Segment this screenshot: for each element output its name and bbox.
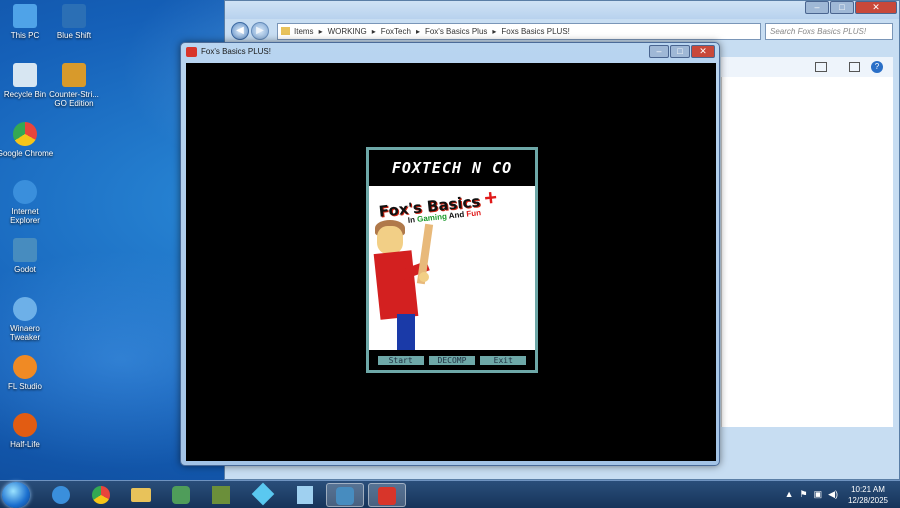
notes-icon — [297, 486, 313, 504]
help-icon[interactable]: ? — [871, 61, 883, 73]
chrome-icon — [13, 122, 37, 146]
taskbar-internet-explorer[interactable] — [42, 483, 80, 507]
taskbar-people[interactable] — [162, 483, 200, 507]
preview-pane-icon[interactable] — [849, 62, 860, 72]
breadcrumb-item[interactable]: Foxs Basics PLUS! — [501, 27, 569, 36]
window-title: Fox's Basics PLUS! — [201, 47, 271, 56]
blue-shift-icon — [62, 4, 86, 28]
menu-buttons: Start DECOMP Exit — [369, 350, 535, 370]
taskbar-notes[interactable] — [286, 483, 324, 507]
exit-button[interactable]: Exit — [480, 355, 527, 365]
half-life-icon — [13, 413, 37, 437]
maximize-button[interactable]: □ — [670, 45, 690, 58]
minecraft-icon — [212, 486, 230, 504]
fl-studio-icon — [13, 355, 37, 379]
recycle-bin-icon — [13, 63, 37, 87]
breadcrumb-item[interactable]: Fox's Basics Plus — [425, 27, 487, 36]
desktop-icon-csgo[interactable]: Counter-Stri... GO Edition — [45, 63, 103, 108]
studio-header: FOXTECH N CO — [369, 150, 535, 186]
folder-icon — [281, 27, 290, 35]
taskbar-godot[interactable] — [326, 483, 364, 507]
breadcrumb-item[interactable]: Items — [294, 27, 314, 36]
taskbar-file-explorer[interactable] — [122, 483, 160, 507]
minimize-button[interactable]: – — [805, 1, 829, 14]
taskbar-foxs-basics[interactable] — [368, 483, 406, 507]
explorer-titlebar[interactable] — [225, 1, 899, 19]
title-art: Fox's Basics + In Gaming And Fun — [369, 186, 535, 350]
back-button[interactable]: ◀ — [231, 22, 249, 40]
clock-date: 12/28/2025 — [847, 496, 888, 505]
winaero-icon — [13, 297, 37, 321]
desktop-icon-internet-explorer[interactable]: Internet Explorer — [0, 180, 54, 225]
taskbar-minecraft[interactable] — [202, 483, 240, 507]
maximize-button[interactable]: □ — [830, 1, 854, 14]
breadcrumb-item[interactable]: WORKING — [328, 27, 367, 36]
network-icon[interactable]: ▣ — [814, 489, 823, 500]
people-icon — [172, 486, 190, 504]
volume-icon[interactable]: ◀) — [828, 489, 838, 500]
desktop-icon-winaero-tweaker[interactable]: Winaero Tweaker — [0, 297, 54, 342]
chrome-icon — [92, 486, 110, 504]
desktop-icon-half-life[interactable]: Half-Life — [0, 413, 54, 449]
godot-icon — [336, 487, 354, 505]
close-button[interactable]: ✕ — [855, 1, 897, 14]
taskbar-chrome[interactable] — [82, 483, 120, 507]
clock-time: 10:21 AM — [851, 485, 885, 494]
system-tray: ▲ ⚑ ▣ ◀) — [785, 489, 838, 500]
minimize-button[interactable]: – — [649, 45, 669, 58]
desktop-icon-chrome[interactable]: Google Chrome — [0, 122, 54, 158]
breadcrumb-item[interactable]: FoxTech — [381, 27, 411, 36]
kodi-icon — [251, 482, 275, 506]
taskbar: ▲ ⚑ ▣ ◀) 10:21 AM 12/28/2025 — [0, 480, 900, 508]
action-center-icon[interactable]: ⚑ — [799, 489, 807, 500]
desktop-icon-blue-shift[interactable]: Blue Shift — [45, 4, 103, 40]
start-button[interactable] — [2, 482, 30, 508]
address-bar[interactable]: Items ▸ WORKING ▸ FoxTech ▸ Fox's Basics Pl… — [277, 23, 761, 40]
start-button[interactable]: Start — [377, 355, 424, 365]
show-hidden-icons-icon[interactable]: ▲ — [785, 489, 794, 500]
desktop-icon-godot[interactable]: Godot — [0, 238, 54, 274]
clock[interactable]: 10:21 AM 12/28/2025 — [848, 484, 888, 506]
computer-icon — [13, 4, 37, 28]
forward-button[interactable]: ▶ — [251, 22, 269, 40]
game-window[interactable]: Fox's Basics PLUS! – □ ✕ FOXTECH N CO Fo… — [180, 42, 720, 466]
foxs-basics-icon — [378, 487, 396, 505]
view-options-icon[interactable] — [815, 62, 827, 72]
csgo-icon — [62, 63, 86, 87]
view-toolbar: ? — [721, 57, 893, 77]
game-viewport[interactable]: FOXTECH N CO Fox's Basics + In Gaming An… — [186, 63, 716, 461]
close-button[interactable]: ✕ — [691, 45, 715, 58]
main-menu: FOXTECH N CO Fox's Basics + In Gaming An… — [366, 147, 538, 373]
decomp-button[interactable]: DECOMP — [428, 355, 475, 365]
file-list-area[interactable] — [721, 77, 893, 427]
taskbar-kodi[interactable] — [244, 482, 282, 507]
desktop-icon-fl-studio[interactable]: FL Studio — [0, 355, 54, 391]
godot-icon — [13, 238, 37, 262]
internet-explorer-icon — [52, 486, 70, 504]
folder-icon — [131, 488, 151, 502]
app-icon — [186, 47, 197, 57]
internet-explorer-icon — [13, 180, 37, 204]
search-input[interactable]: Search Foxs Basics PLUS! — [765, 23, 893, 40]
